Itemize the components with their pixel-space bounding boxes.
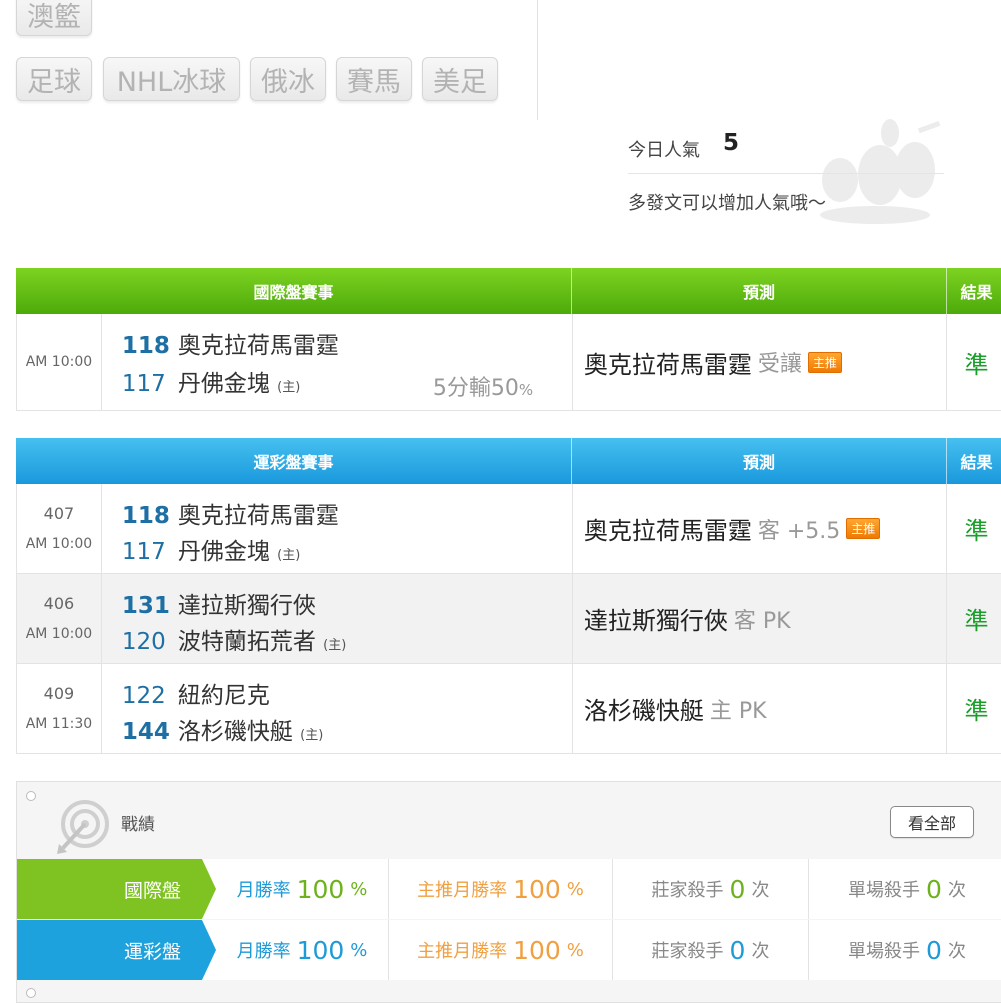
game-time-cell: 407 AM 10:00 [17,484,102,573]
featured-badge: 主推 [807,351,842,373]
result-cell: 準 [964,517,989,545]
table-row[interactable]: AM 10:00 118 奧克拉荷馬雷霆 117 丹佛金塊 (主) 5分輸50% 奧… [16,314,1001,411]
sport-button-american-football[interactable]: 美足 [422,57,498,101]
game-time: AM 10:00 [25,625,93,642]
monthly-win-rate: 月勝率 100% [202,920,389,980]
header-prediction: 預測 [572,438,947,484]
result-cell: 準 [964,607,989,635]
game-time-cell: AM 10:00 [17,314,102,410]
away-team: 118 奧克拉荷馬雷霆 [121,503,339,529]
lottery-predictions-table: 運彩盤賽事 預測 結果 407 AM 10:00 118 奧克拉荷馬雷霆 117 丹… [16,438,1001,754]
banker-killer: 莊家殺手 0 次 [613,859,809,919]
game-time-cell: 409 AM 11:30 [17,664,102,753]
odds-line: 5分輸50% [432,376,534,401]
game-number: 409 [43,683,75,703]
prediction-team: 達拉斯獨行俠 [583,607,728,635]
prediction-cell: 奧克拉荷馬雷霆 客 +5.5 主推 [573,484,948,573]
column-divider [537,0,538,120]
featured-monthly-win-rate: 主推月勝率 100% [389,859,613,919]
popularity-label: 今日人氣 [628,140,700,161]
stats-row-label: 國際盤 [17,859,216,919]
popularity-hint: 多發文可以增加人氣哦～ [628,193,826,214]
prediction-team: 洛杉磯快艇 [583,697,704,725]
header-prediction: 預測 [572,268,947,314]
prediction-team: 奧克拉荷馬雷霆 [583,517,752,545]
stats-row-intl: 國際盤 月勝率 100% 主推月勝率 100% 莊家殺手 0 次 單場殺手 0 次 [17,859,1001,919]
sport-button-horse-racing[interactable]: 賽馬 [336,57,412,101]
sport-button-nhl[interactable]: NHL冰球 [103,57,240,101]
home-team: 120 波特蘭拓荒者 (主) [121,629,347,655]
intl-predictions-table: 國際盤賽事 預測 結果 AM 10:00 118 奧克拉荷馬雷霆 117 丹佛金塊 … [16,268,1001,411]
teams-cell: 118 奧克拉荷馬雷霆 117 丹佛金塊 (主) 5分輸50% [102,314,573,410]
result-cell: 準 [964,350,989,379]
result-cell: 準 [964,697,989,725]
stats-row-lottery: 運彩盤 月勝率 100% 主推月勝率 100% 莊家殺手 0 次 單場殺手 0 次 [17,920,1001,980]
prediction-cell: 達拉斯獨行俠 客 PK [573,574,948,663]
away-team: 118 奧克拉荷馬雷霆 [121,333,339,359]
record-title: 戰績 [121,815,155,835]
game-time: AM 11:30 [25,715,93,732]
corner-dot [26,988,36,998]
popularity-value: 5 [723,130,740,156]
header-games: 運彩盤賽事 [16,438,572,484]
banker-killer: 莊家殺手 0 次 [613,920,809,980]
game-number: 406 [43,593,75,613]
monthly-win-rate: 月勝率 100% [202,859,389,919]
prediction-type: 客 +5.5 [757,518,841,544]
teams-cell: 118 奧克拉荷馬雷霆 117 丹佛金塊 (主) [102,484,573,573]
header-games: 國際盤賽事 [16,268,572,314]
sport-button-russian-hockey[interactable]: 俄冰 [250,57,326,101]
prediction-type: 受讓 [757,352,802,377]
divider [628,173,944,174]
single-game-killer: 單場殺手 0 次 [848,874,966,904]
prediction-cell: 奧克拉荷馬雷霆 受讓 主推 [573,314,948,410]
single-game-killer: 單場殺手 0 次 [848,935,966,965]
header-result: 結果 [960,283,993,302]
stats-row-label: 運彩盤 [17,920,216,980]
away-team: 131 達拉斯獨行俠 [121,593,316,619]
featured-badge: 主推 [846,518,881,539]
teams-cell: 131 達拉斯獨行俠 120 波特蘭拓荒者 (主) [102,574,573,663]
sport-button-aus-basketball[interactable]: 澳籃 [16,0,92,36]
sport-button-soccer[interactable]: 足球 [16,57,92,101]
game-number: 407 [43,503,75,523]
table-header: 國際盤賽事 預測 結果 [16,268,1001,314]
home-team: 144 洛杉磯快艇 (主) [121,719,324,745]
target-icon [57,800,109,854]
home-team: 117 丹佛金塊 (主) [121,539,301,565]
table-row[interactable]: 409 AM 11:30 122 紐約尼克 144 洛杉磯快艇 (主) 洛杉磯快艇 … [16,664,1001,754]
game-time-cell: 406 AM 10:00 [17,574,102,663]
game-time: AM 10:00 [25,535,93,552]
header-result: 結果 [960,453,993,472]
table-row[interactable]: 407 AM 10:00 118 奧克拉荷馬雷霆 117 丹佛金塊 (主) 奧克拉荷… [16,484,1001,574]
record-panel: 戰績 看全部 國際盤 月勝率 100% 主推月勝率 100% 莊家殺手 0 次 單場殺手… [16,781,1001,1003]
prediction-type: 客 PK [733,608,791,634]
corner-dot [26,791,36,801]
prediction-team: 奧克拉荷馬雷霆 [583,350,752,379]
table-header: 運彩盤賽事 預測 結果 [16,438,1001,484]
view-all-button[interactable]: 看全部 [890,806,974,838]
teams-cell: 122 紐約尼克 144 洛杉磯快艇 (主) [102,664,573,753]
game-time: AM 10:00 [25,354,93,370]
home-team: 117 丹佛金塊 (主) [121,371,301,397]
prediction-cell: 洛杉磯快艇 主 PK [573,664,948,753]
table-row[interactable]: 406 AM 10:00 131 達拉斯獨行俠 120 波特蘭拓荒者 (主) 達拉斯… [16,574,1001,664]
away-team: 122 紐約尼克 [121,683,270,709]
prediction-type: 主 PK [709,698,767,724]
featured-monthly-win-rate: 主推月勝率 100% [389,920,613,980]
